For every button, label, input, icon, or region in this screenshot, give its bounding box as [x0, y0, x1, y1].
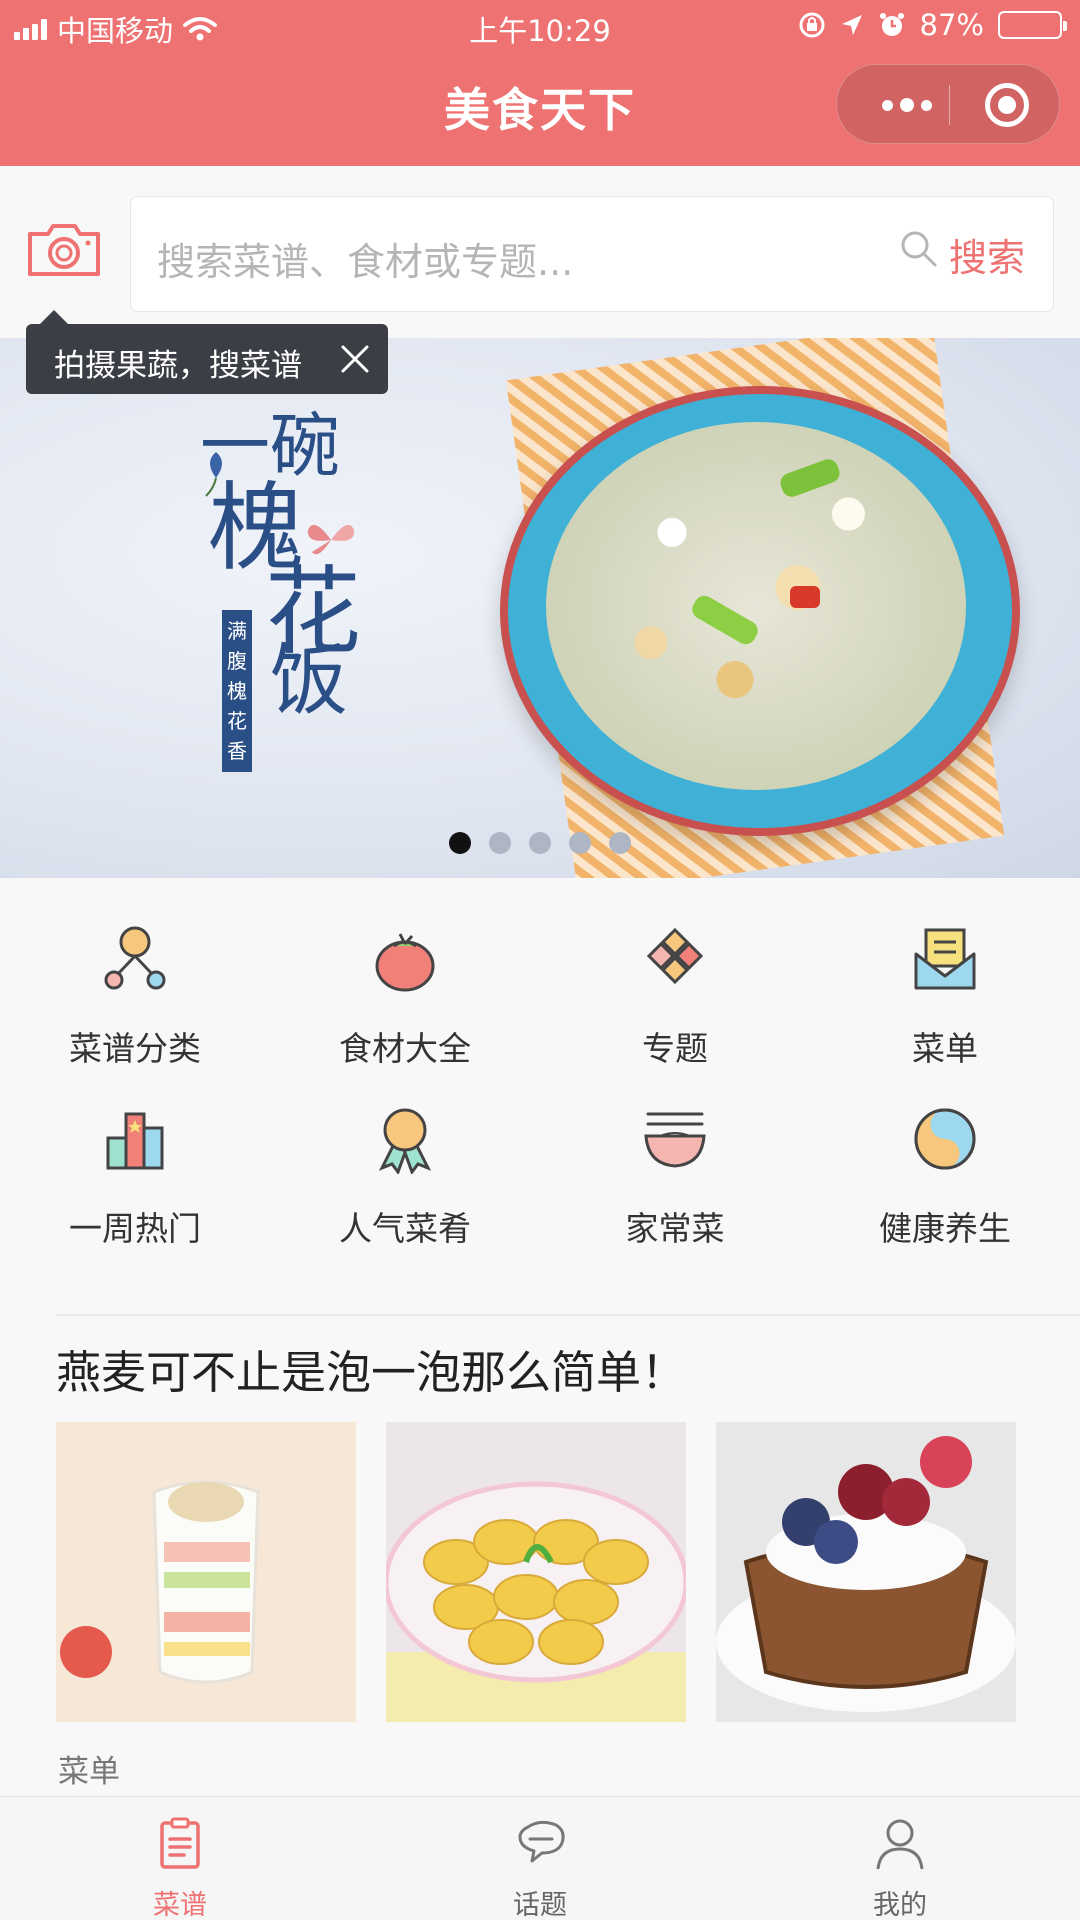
recipe-category-icon — [104, 926, 166, 990]
category-ingredients[interactable]: 食材大全 — [270, 900, 540, 1080]
status-right: 87% — [798, 8, 1067, 42]
yin-yang-icon — [914, 1108, 976, 1170]
banner-chili — [790, 586, 820, 608]
tab-mine[interactable]: 我的 — [720, 1797, 1080, 1920]
category-label: 家常菜 — [625, 1209, 725, 1248]
article-image-oat-cup[interactable] — [716, 1422, 1016, 1722]
category-label: 食材大全 — [339, 1029, 471, 1068]
article-type-label: 菜单 — [58, 1754, 120, 1790]
search-placeholder: 搜索菜谱、食材或专题... — [157, 240, 574, 284]
carousel-dot[interactable] — [489, 832, 511, 854]
category-recipe-types[interactable]: 菜谱分类 — [0, 900, 270, 1080]
search-input[interactable]: 搜索菜谱、食材或专题... 搜索 — [130, 196, 1054, 312]
tooltip-text: 拍摄果蔬，搜菜谱 — [54, 348, 302, 384]
category-grid: 菜谱分类 食材大全 专题 菜单 一周热门 人气菜肴 家常菜 健康养生 — [0, 900, 1080, 1260]
bar-chart-icon — [106, 1112, 164, 1170]
tomato-icon — [375, 933, 435, 992]
banner-dish — [546, 422, 966, 790]
recipe-list-icon — [160, 1817, 200, 1869]
section-divider — [56, 1314, 1080, 1316]
banner-carousel[interactable]: 一碗 槐 花 饭 满腹槐花香 — [0, 338, 1080, 878]
article-title[interactable]: 燕麦可不止是泡一泡那么简单！ — [56, 1336, 686, 1401]
search-icon — [901, 231, 937, 267]
battery-percent: 87% — [919, 8, 984, 42]
award-medal-icon — [378, 1108, 432, 1174]
search-button[interactable]: 搜索 — [949, 227, 1025, 282]
camera-tooltip: 拍摄果蔬，搜菜谱 — [26, 310, 388, 394]
banner-headline-4: 饭 — [270, 636, 349, 726]
rotation-lock-icon — [799, 12, 825, 38]
target-circle-icon[interactable] — [985, 83, 1029, 127]
tab-label: 我的 — [873, 1890, 927, 1920]
menu-envelope-icon — [914, 928, 976, 990]
carousel-dot[interactable] — [569, 832, 591, 854]
carousel-dot[interactable] — [609, 832, 631, 854]
category-label: 菜谱分类 — [69, 1029, 201, 1068]
alarm-icon — [879, 13, 904, 36]
noodle-bowl-icon — [644, 1112, 706, 1168]
close-icon[interactable] — [340, 344, 370, 374]
user-icon — [876, 1819, 924, 1870]
chat-bubbles-icon — [518, 1820, 565, 1863]
camera-icon[interactable] — [26, 222, 102, 278]
category-topics[interactable]: 专题 — [540, 900, 810, 1080]
tab-topics[interactable]: 话题 — [360, 1797, 720, 1920]
article-image-parfait[interactable] — [56, 1422, 356, 1722]
mini-program-capsule — [836, 64, 1060, 144]
banner-tagline: 满腹槐花香 — [222, 610, 252, 772]
search-row: 搜索菜谱、食材或专题... 搜索 — [0, 166, 1080, 338]
category-label: 专题 — [642, 1029, 708, 1068]
category-menus[interactable]: 菜单 — [810, 900, 1080, 1080]
category-label: 人气菜肴 — [339, 1209, 471, 1248]
top-bar: 中国移动 上午10:29 87% 美食天下 — [0, 0, 1080, 166]
status-bar: 中国移动 上午10:29 87% — [0, 0, 1080, 54]
carousel-dot[interactable] — [529, 832, 551, 854]
tab-label: 话题 — [513, 1890, 567, 1920]
tab-recipes[interactable]: 菜谱 — [0, 1797, 360, 1920]
tab-label: 菜谱 — [153, 1890, 207, 1920]
location-arrow-icon — [841, 15, 862, 35]
category-home-cooking[interactable]: 家常菜 — [540, 1080, 810, 1260]
category-weekly-hot[interactable]: 一周热门 — [0, 1080, 270, 1260]
capsule-divider — [949, 85, 950, 125]
more-dots-icon[interactable] — [867, 65, 947, 145]
category-label: 一周热门 — [69, 1209, 201, 1248]
battery-icon — [998, 11, 1067, 39]
category-label: 健康养生 — [879, 1209, 1011, 1248]
bottom-tab-bar: 菜谱 话题 我的 — [0, 1796, 1080, 1920]
article-image-rolls[interactable] — [386, 1422, 686, 1722]
category-popular-dishes[interactable]: 人气菜肴 — [270, 1080, 540, 1260]
category-label: 菜单 — [912, 1029, 978, 1068]
carousel-indicator — [0, 832, 1080, 854]
category-health[interactable]: 健康养生 — [810, 1080, 1080, 1260]
carousel-dot[interactable] — [449, 832, 471, 854]
diamond-tiles-icon — [646, 927, 704, 985]
